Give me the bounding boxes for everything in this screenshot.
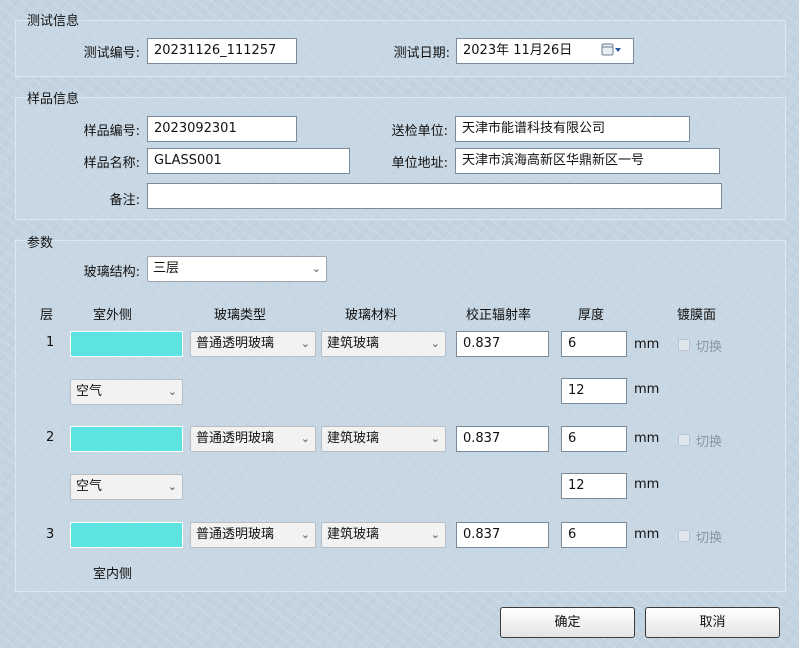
thickness-unit: mm [634, 527, 660, 542]
glass-color-swatch[interactable] [70, 426, 183, 452]
glass-type-select[interactable]: 普通透明玻璃 ⌄ [190, 331, 316, 357]
structure-select[interactable]: 三层 ⌄ [147, 256, 327, 282]
test-no-label: 测试编号: [83, 46, 140, 61]
gap-thickness-field[interactable]: 12 [561, 473, 627, 499]
structure-label: 玻璃结构: [83, 265, 140, 280]
chevron-down-icon: ⌄ [167, 480, 177, 493]
layer-index: 2 [46, 430, 55, 445]
header-thickness: 厚度 [578, 308, 605, 323]
coating-checkbox[interactable] [678, 339, 690, 351]
gap-thickness-field[interactable]: 12 [561, 378, 627, 404]
glass-material-value: 建筑玻璃 [327, 431, 380, 446]
glass-material-select[interactable]: 建筑玻璃 ⌄ [321, 426, 446, 452]
sender-field[interactable]: 天津市能谱科技有限公司 [455, 116, 690, 142]
sample-no-field[interactable]: 2023092301 [147, 116, 297, 142]
address-field[interactable]: 天津市滨海高新区华鼎新区一号 [455, 148, 720, 174]
test-date-value: 2023年 11月26日 [463, 43, 573, 58]
glass-type-value: 普通透明玻璃 [196, 336, 275, 351]
cancel-button[interactable]: 取消 [645, 607, 780, 638]
inside-label: 室内侧 [93, 567, 133, 582]
sample-name-label: 样品名称: [83, 156, 140, 171]
glass-type-select[interactable]: 普通透明玻璃 ⌄ [190, 522, 316, 548]
chevron-down-icon: ⌄ [300, 432, 310, 445]
structure-value: 三层 [153, 261, 180, 276]
glass-color-swatch[interactable] [70, 331, 183, 357]
gap-gas-select[interactable]: 空气 ⌄ [70, 474, 183, 500]
test-info-title: 测试信息 [27, 14, 80, 29]
gap-gas-value: 空气 [76, 384, 103, 399]
chevron-down-icon: ⌄ [300, 337, 310, 350]
coating-checkbox[interactable] [678, 434, 690, 446]
emissivity-field[interactable]: 0.837 [456, 331, 549, 357]
thickness-unit: mm [634, 337, 660, 352]
sample-name-field[interactable]: GLASS001 [147, 148, 350, 174]
sender-label: 送检单位: [391, 124, 448, 139]
coating-switch-label: 切换 [696, 531, 723, 546]
chevron-down-icon: ⌄ [300, 528, 310, 541]
sample-no-label: 样品编号: [83, 124, 140, 139]
header-glass-type: 玻璃类型 [214, 308, 267, 323]
header-glass-material: 玻璃材料 [345, 308, 398, 323]
coating-checkbox[interactable] [678, 530, 690, 542]
coating-switch-label: 切换 [696, 340, 723, 355]
glass-color-swatch[interactable] [70, 522, 183, 548]
header-coating: 镀膜面 [677, 308, 717, 323]
glass-material-select[interactable]: 建筑玻璃 ⌄ [321, 522, 446, 548]
chevron-down-icon: ⌄ [430, 337, 440, 350]
glass-type-value: 普通透明玻璃 [196, 431, 275, 446]
chevron-down-icon: ⌄ [311, 262, 321, 275]
thickness-field[interactable]: 6 [561, 426, 627, 452]
thickness-unit: mm [634, 431, 660, 446]
test-date-label: 测试日期: [393, 46, 450, 61]
chevron-down-icon: ⌄ [430, 432, 440, 445]
chevron-down-icon: ⌄ [167, 385, 177, 398]
emissivity-field[interactable]: 0.837 [456, 426, 549, 452]
emissivity-field[interactable]: 0.837 [456, 522, 549, 548]
coating-switch-label: 切换 [696, 435, 723, 450]
header-outside: 室外侧 [93, 308, 133, 323]
address-label: 单位地址: [391, 156, 448, 171]
layer-index: 3 [46, 527, 55, 542]
sample-info-title: 样品信息 [27, 92, 80, 107]
params-title: 参数 [27, 236, 54, 251]
remark-field[interactable] [147, 183, 722, 209]
chevron-down-icon: ⌄ [430, 528, 440, 541]
ok-button[interactable]: 确定 [500, 607, 635, 638]
glass-type-value: 普通透明玻璃 [196, 527, 275, 542]
gap-thickness-unit: mm [634, 477, 660, 492]
thickness-field[interactable]: 6 [561, 522, 627, 548]
header-layer: 层 [40, 308, 54, 323]
glass-material-value: 建筑玻璃 [327, 336, 380, 351]
gap-gas-select[interactable]: 空气 ⌄ [70, 379, 183, 405]
glass-material-select[interactable]: 建筑玻璃 ⌄ [321, 331, 446, 357]
gap-gas-value: 空气 [76, 479, 103, 494]
layer-index: 1 [46, 335, 55, 350]
glass-material-value: 建筑玻璃 [327, 527, 380, 542]
thickness-field[interactable]: 6 [561, 331, 627, 357]
test-no-field[interactable]: 20231126_111257 [147, 38, 297, 64]
header-emissivity: 校正辐射率 [466, 308, 532, 323]
calendar-icon[interactable] [600, 41, 624, 59]
gap-thickness-unit: mm [634, 382, 660, 397]
glass-type-select[interactable]: 普通透明玻璃 ⌄ [190, 426, 316, 452]
remark-label: 备注: [109, 193, 140, 208]
